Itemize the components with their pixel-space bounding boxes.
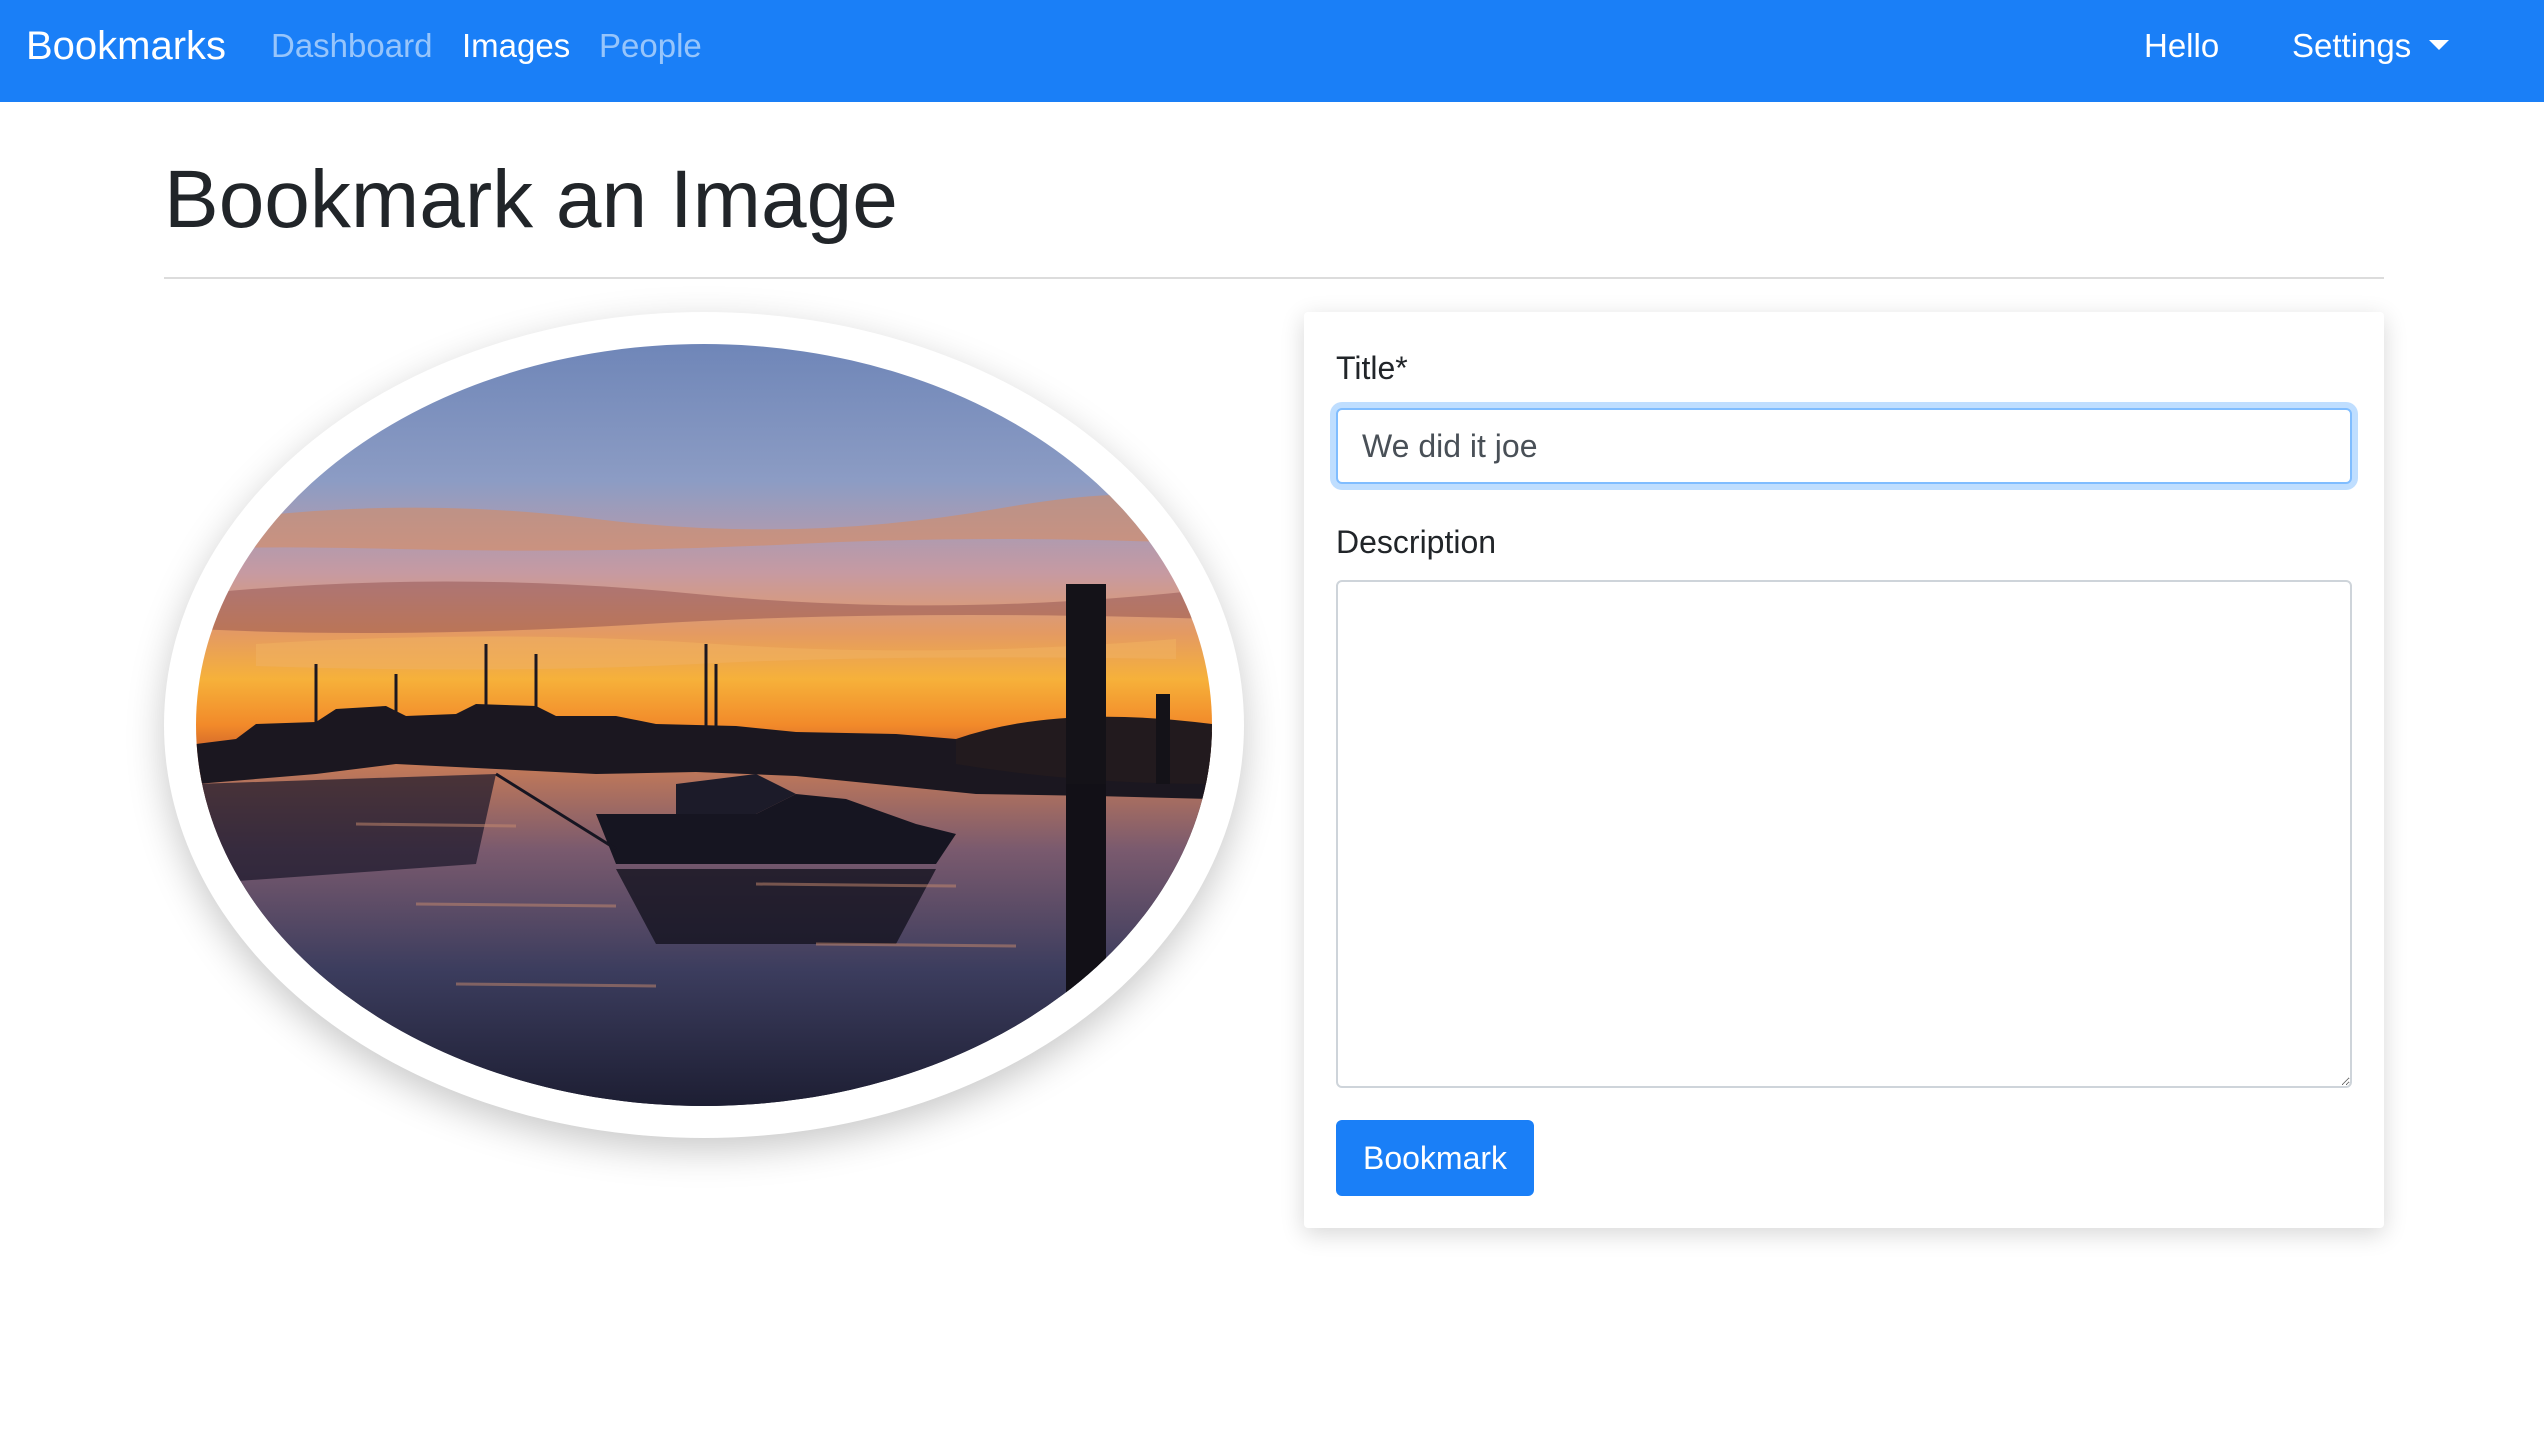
sunset-harbor-image — [196, 344, 1212, 1106]
description-label: Description — [1336, 524, 1497, 560]
title-label: Title* — [1336, 350, 1408, 386]
page-title: Bookmark an Image — [164, 154, 898, 245]
user-greeting: Hello — [2144, 27, 2220, 64]
title-input[interactable] — [1336, 408, 2352, 484]
nav-link-people[interactable]: People — [599, 24, 702, 68]
nav-link-images[interactable]: Images — [462, 24, 570, 68]
title-divider — [164, 277, 2384, 279]
brand-link[interactable]: Bookmarks — [26, 20, 226, 72]
bookmark-button[interactable]: Bookmark — [1336, 1120, 1534, 1196]
nav-link-dashboard[interactable]: Dashboard — [271, 24, 432, 68]
description-textarea[interactable] — [1336, 580, 2352, 1088]
top-navbar: Bookmarks Dashboard Images People Hello … — [0, 0, 2544, 102]
bookmark-image — [196, 344, 1212, 1106]
settings-dropdown[interactable]: Settings — [2292, 24, 2411, 68]
chevron-down-icon[interactable] — [2429, 40, 2449, 50]
